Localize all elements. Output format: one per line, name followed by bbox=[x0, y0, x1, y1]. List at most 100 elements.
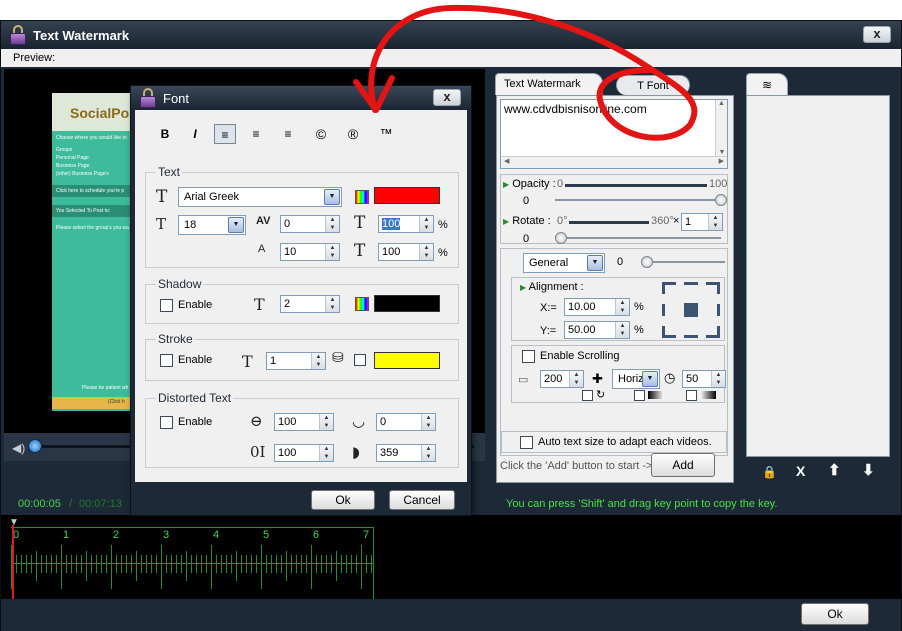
opacity-slider[interactable] bbox=[555, 199, 721, 201]
timeline-tick bbox=[371, 555, 372, 573]
add-button[interactable]: Add bbox=[651, 453, 715, 477]
char-spacing-spinner[interactable]: 0 ▲ ▼ bbox=[280, 215, 340, 233]
timeline-tick bbox=[101, 555, 102, 573]
align-right-button[interactable]: ≡ bbox=[277, 124, 299, 144]
timeline-tick bbox=[241, 555, 242, 573]
y-position-spinner[interactable]: 50.00 ▲ ▼ bbox=[564, 321, 630, 339]
move-up-icon[interactable]: ⬆ bbox=[828, 461, 841, 479]
trademark-button[interactable]: ™ bbox=[375, 124, 397, 144]
bold-button[interactable]: B bbox=[154, 124, 176, 144]
opacity-scale bbox=[565, 184, 707, 187]
distort-enable-label: Enable bbox=[178, 416, 213, 428]
watermark-text-area[interactable]: www.cdvdbisnisonline.com ◀ ▶ ▲ ▼ bbox=[500, 99, 728, 169]
speed-icon: ▭ bbox=[518, 374, 529, 386]
alignment-grid-icon[interactable] bbox=[662, 282, 720, 338]
timeline-tick-label: 4 bbox=[213, 529, 220, 541]
position-mode-slider-handle[interactable] bbox=[641, 256, 653, 268]
enable-scrolling-checkbox[interactable] bbox=[522, 350, 535, 363]
horizontal-scale-spinner[interactable]: 100 ▲ ▼ bbox=[378, 215, 434, 233]
fill-bucket-icon[interactable]: ⛁ bbox=[332, 350, 344, 366]
align-left-button[interactable]: ≡ bbox=[214, 124, 236, 144]
timeline[interactable]: ▼ 01234567 bbox=[1, 515, 901, 599]
fade-in-checkbox[interactable] bbox=[634, 390, 645, 401]
font-cancel-button[interactable]: Cancel bbox=[389, 490, 455, 510]
timeline-tick bbox=[121, 555, 122, 573]
line-spacing-spinner[interactable]: 10 ▲ ▼ bbox=[280, 243, 340, 261]
timeline-tick bbox=[36, 551, 37, 581]
close-button[interactable]: x bbox=[863, 26, 891, 43]
shadow-distance-spinner[interactable]: 2 ▲ ▼ bbox=[280, 295, 340, 313]
distort-width-spinner[interactable]: 100 ▲ ▼ bbox=[274, 413, 334, 431]
font-size-select[interactable]: 18 ▼ bbox=[178, 215, 246, 235]
distort-enable-checkbox[interactable] bbox=[160, 416, 173, 429]
shadow-color-swatch[interactable] bbox=[374, 295, 440, 312]
text-color-swatch[interactable] bbox=[374, 187, 440, 204]
tab-text-watermark[interactable]: Text Watermark bbox=[495, 73, 603, 95]
opacity-value: 0 bbox=[523, 195, 530, 207]
vertical-scale-spinner[interactable]: 100 ▲ ▼ bbox=[378, 243, 434, 261]
scroll-direction-select[interactable]: Horiz ▼ bbox=[612, 369, 660, 389]
preview-line: Choose where you would like to bbox=[56, 135, 127, 141]
seek-handle[interactable] bbox=[28, 439, 42, 453]
rotate-slider[interactable] bbox=[555, 237, 721, 239]
x-position-spinner[interactable]: 10.00 ▲ ▼ bbox=[564, 298, 630, 316]
auto-size-label: Auto text size to adapt each videos. bbox=[538, 436, 712, 448]
italic-button[interactable]: I bbox=[184, 124, 206, 144]
rotate-factor-spinner[interactable]: 1 ▲ ▼ bbox=[681, 213, 723, 231]
angle-end-spinner[interactable]: 359 ▲ ▼ bbox=[376, 444, 436, 462]
shadow-color-picker-icon[interactable] bbox=[355, 297, 369, 311]
align-center-button[interactable]: ≡ bbox=[245, 124, 267, 144]
stroke-fill-checkbox[interactable] bbox=[354, 354, 366, 366]
shadow-enable-checkbox[interactable] bbox=[160, 299, 173, 312]
volume-icon[interactable]: ◀) bbox=[12, 441, 25, 455]
opacity-max: 100 bbox=[709, 178, 728, 190]
timeline-tick bbox=[306, 555, 307, 573]
timeline-tick bbox=[96, 555, 97, 573]
angle-start-spinner[interactable]: 0 ▲ ▼ bbox=[376, 413, 436, 431]
scroll-speed-spinner[interactable]: 200 ▲ ▼ bbox=[540, 370, 584, 388]
auto-size-checkbox[interactable] bbox=[520, 436, 533, 449]
stroke-enable-checkbox[interactable] bbox=[160, 354, 173, 367]
fade-out-checkbox[interactable] bbox=[686, 390, 697, 401]
timeline-tick bbox=[301, 555, 302, 573]
watermark-list[interactable] bbox=[746, 95, 890, 457]
distort-height-icon: 0I bbox=[250, 443, 266, 461]
tab-layers[interactable]: ≋ bbox=[746, 73, 788, 95]
position-mode-slider[interactable] bbox=[647, 261, 725, 263]
main-ok-button[interactable]: Ok bbox=[801, 603, 869, 625]
timeline-tick bbox=[81, 555, 82, 573]
opacity-slider-handle[interactable] bbox=[715, 194, 727, 206]
watermark-list-panel: ≋ 🔒 X ⬆ ⬇ bbox=[742, 71, 892, 485]
font-dialog-title-bar: Font x bbox=[131, 86, 471, 110]
lock-item-icon[interactable]: 🔒 bbox=[762, 465, 777, 479]
scroll-time-spinner[interactable]: 50 ▲ ▼ bbox=[682, 370, 726, 388]
registered-button[interactable]: ® bbox=[342, 124, 364, 144]
delete-icon[interactable]: X bbox=[796, 463, 805, 479]
timeline-tick bbox=[181, 555, 182, 573]
timeline-tick-label: 2 bbox=[113, 529, 120, 541]
font-name-select[interactable]: Arial Greek ▼ bbox=[178, 187, 342, 207]
scrolling-group: Enable Scrolling ▭ 200 ▲ ▼ ✚ Horiz ▼ ◷ 50 ▲ ▼… bbox=[511, 345, 726, 403]
font-icon: T bbox=[156, 187, 168, 207]
timeline-tick-label: 7 bbox=[363, 529, 370, 541]
font-dialog-body: B I ≡ ≡ ≡ © ® ™ Text T Arial Greek ▼ T 18… bbox=[135, 110, 467, 482]
copyright-button[interactable]: © bbox=[310, 124, 332, 144]
stroke-color-swatch[interactable] bbox=[374, 352, 440, 369]
stroke-width-spinner[interactable]: 1 ▲ ▼ bbox=[266, 352, 326, 370]
text-color-picker-icon[interactable] bbox=[355, 190, 369, 204]
position-mode-select[interactable]: General ▼ bbox=[523, 253, 605, 273]
timeline-tick bbox=[331, 555, 332, 573]
timeline-ruler: 01234567 bbox=[11, 529, 373, 593]
timeline-tick bbox=[256, 555, 257, 573]
timeline-tick bbox=[21, 555, 22, 573]
timeline-tick bbox=[16, 555, 17, 573]
distort-height-spinner[interactable]: 100 ▲ ▼ bbox=[274, 444, 334, 462]
timeline-tick bbox=[316, 555, 317, 573]
loop-checkbox[interactable] bbox=[582, 390, 593, 401]
rotate-slider-handle[interactable] bbox=[555, 232, 567, 244]
move-down-icon[interactable]: ⬇ bbox=[862, 461, 875, 479]
playhead[interactable] bbox=[12, 525, 14, 599]
font-dialog-close-button[interactable]: x bbox=[433, 89, 461, 106]
font-ok-button[interactable]: Ok bbox=[311, 490, 375, 510]
tab-font[interactable]: T Font bbox=[616, 75, 690, 95]
